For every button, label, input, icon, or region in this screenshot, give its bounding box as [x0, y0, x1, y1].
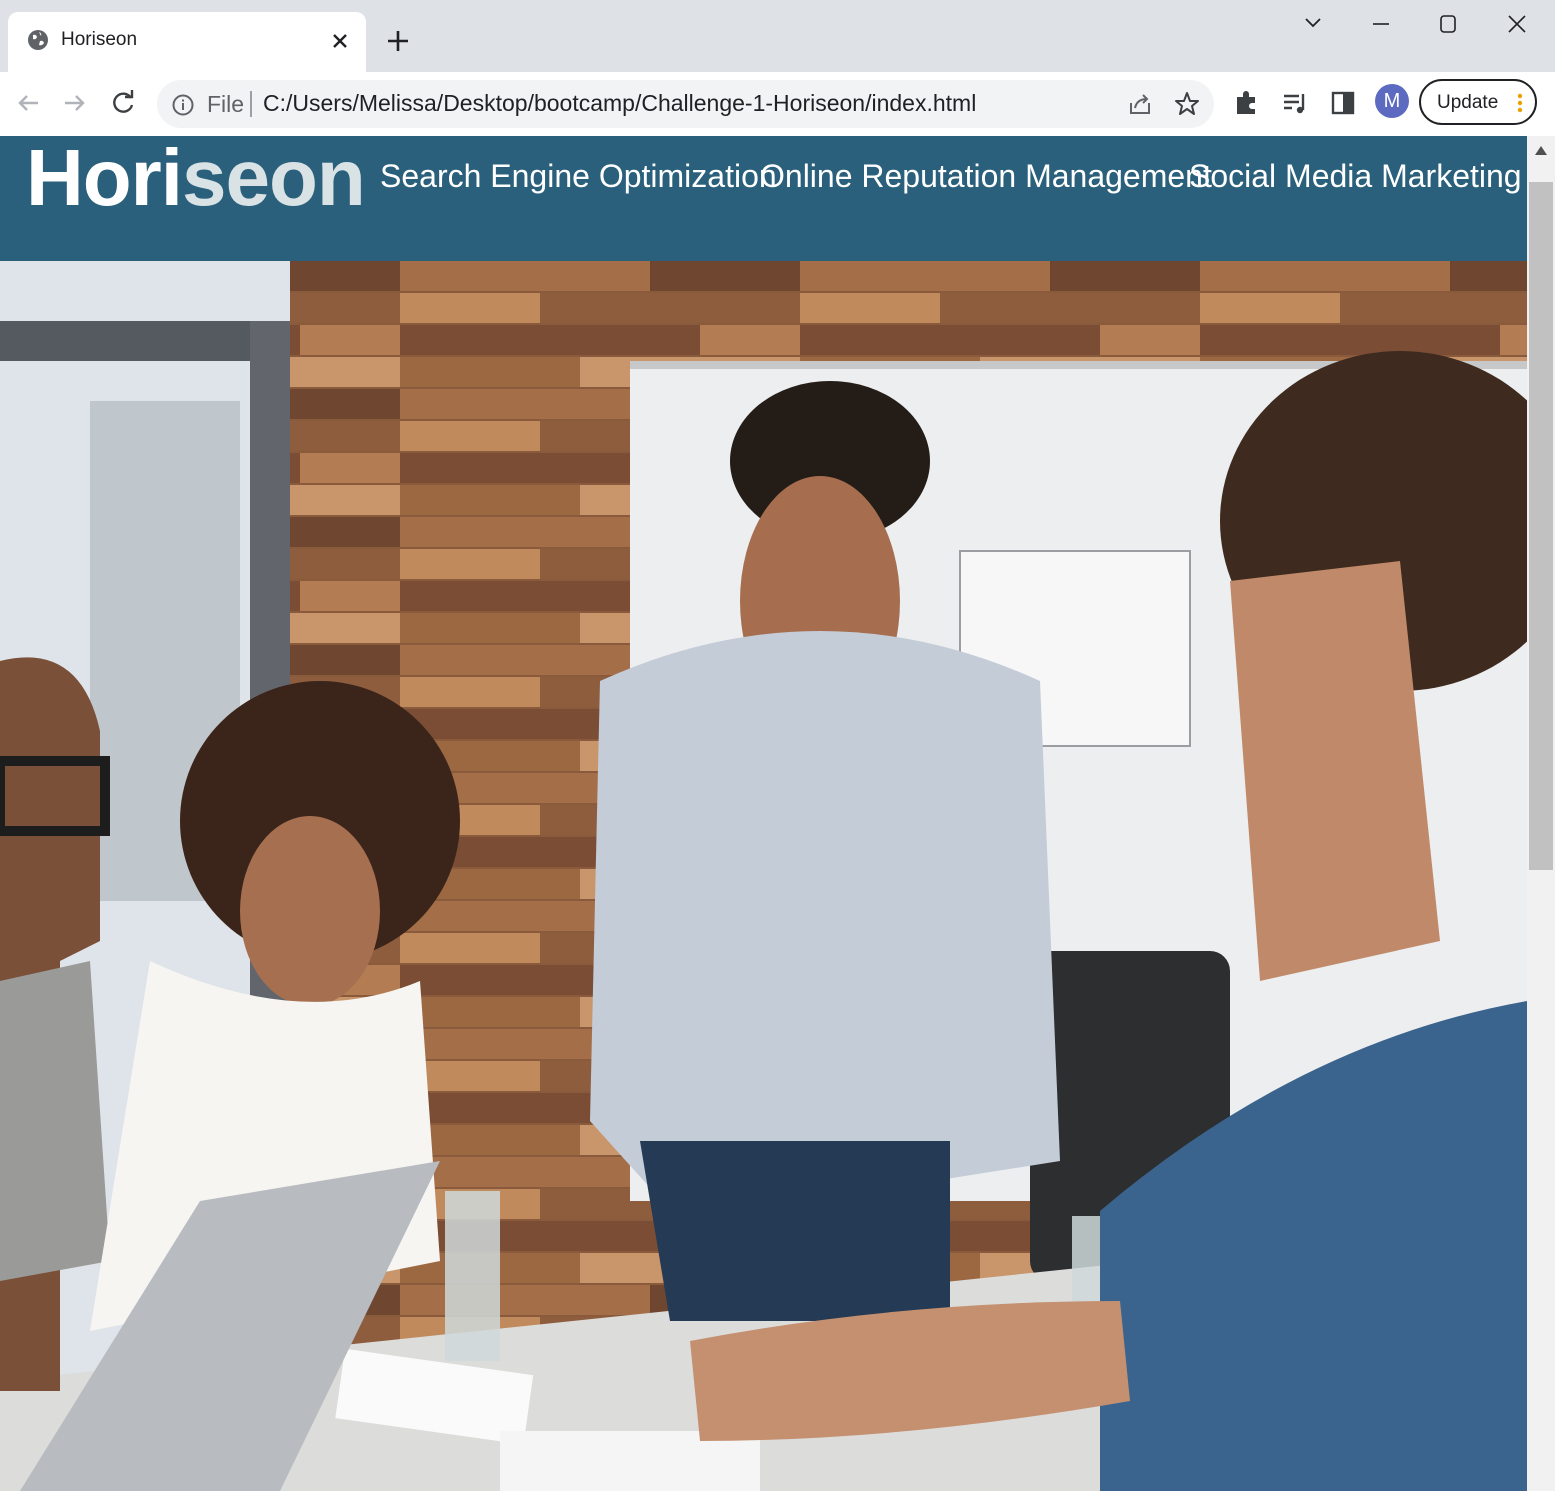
minimize-icon[interactable]: [1361, 8, 1401, 40]
tab-search-icon[interactable]: [1293, 8, 1333, 40]
share-icon[interactable]: [1127, 91, 1153, 117]
browser-tabstrip: Horiseon: [0, 0, 1555, 72]
nav-link-social-media[interactable]: Social Media Marketing: [1189, 158, 1522, 195]
browser-tab[interactable]: Horiseon: [8, 12, 366, 72]
info-icon[interactable]: [171, 93, 195, 117]
hero-image: [0, 261, 1527, 1491]
side-panel-icon[interactable]: [1328, 88, 1358, 118]
browser-toolbar: File C:/Users/Melissa/Desktop/bootcamp/C…: [0, 72, 1555, 136]
site-header: Horiseon Search Engine Optimization Onli…: [0, 136, 1527, 261]
maximize-icon[interactable]: [1428, 8, 1468, 40]
site-logo[interactable]: Horiseon: [26, 136, 366, 224]
update-label: Update: [1437, 92, 1499, 113]
forward-icon[interactable]: [58, 86, 92, 120]
kebab-menu-icon[interactable]: [1517, 93, 1523, 113]
nav-link-reputation[interactable]: Online Reputation Management: [760, 158, 1212, 195]
page-viewport: Horiseon Search Engine Optimization Onli…: [0, 136, 1527, 1491]
globe-icon: [28, 30, 48, 50]
extensions-puzzle-icon[interactable]: [1232, 88, 1262, 118]
address-bar[interactable]: File C:/Users/Melissa/Desktop/bootcamp/C…: [157, 80, 1214, 128]
page-scrollbar[interactable]: [1527, 136, 1555, 1491]
back-icon[interactable]: [11, 86, 45, 120]
scroll-up-arrow-icon[interactable]: [1534, 144, 1548, 156]
new-tab-icon[interactable]: [380, 23, 416, 59]
update-button[interactable]: Update: [1419, 79, 1537, 125]
close-window-icon[interactable]: [1497, 8, 1537, 40]
url-text[interactable]: C:/Users/Melissa/Desktop/bootcamp/Challe…: [263, 90, 976, 117]
bookmark-star-icon[interactable]: [1173, 90, 1201, 118]
reload-icon[interactable]: [106, 86, 140, 120]
close-tab-icon[interactable]: [326, 27, 354, 55]
scrollbar-thumb[interactable]: [1529, 182, 1553, 870]
logo-accent-text: seon: [182, 136, 366, 222]
nav-link-seo[interactable]: Search Engine Optimization: [380, 158, 777, 195]
url-scheme: File: [207, 91, 245, 117]
reading-list-icon[interactable]: [1280, 88, 1310, 118]
url-separator: [250, 91, 252, 117]
profile-avatar[interactable]: M: [1375, 84, 1409, 118]
logo-main-text: Hori: [26, 136, 183, 222]
tab-title: Horiseon: [61, 29, 138, 50]
